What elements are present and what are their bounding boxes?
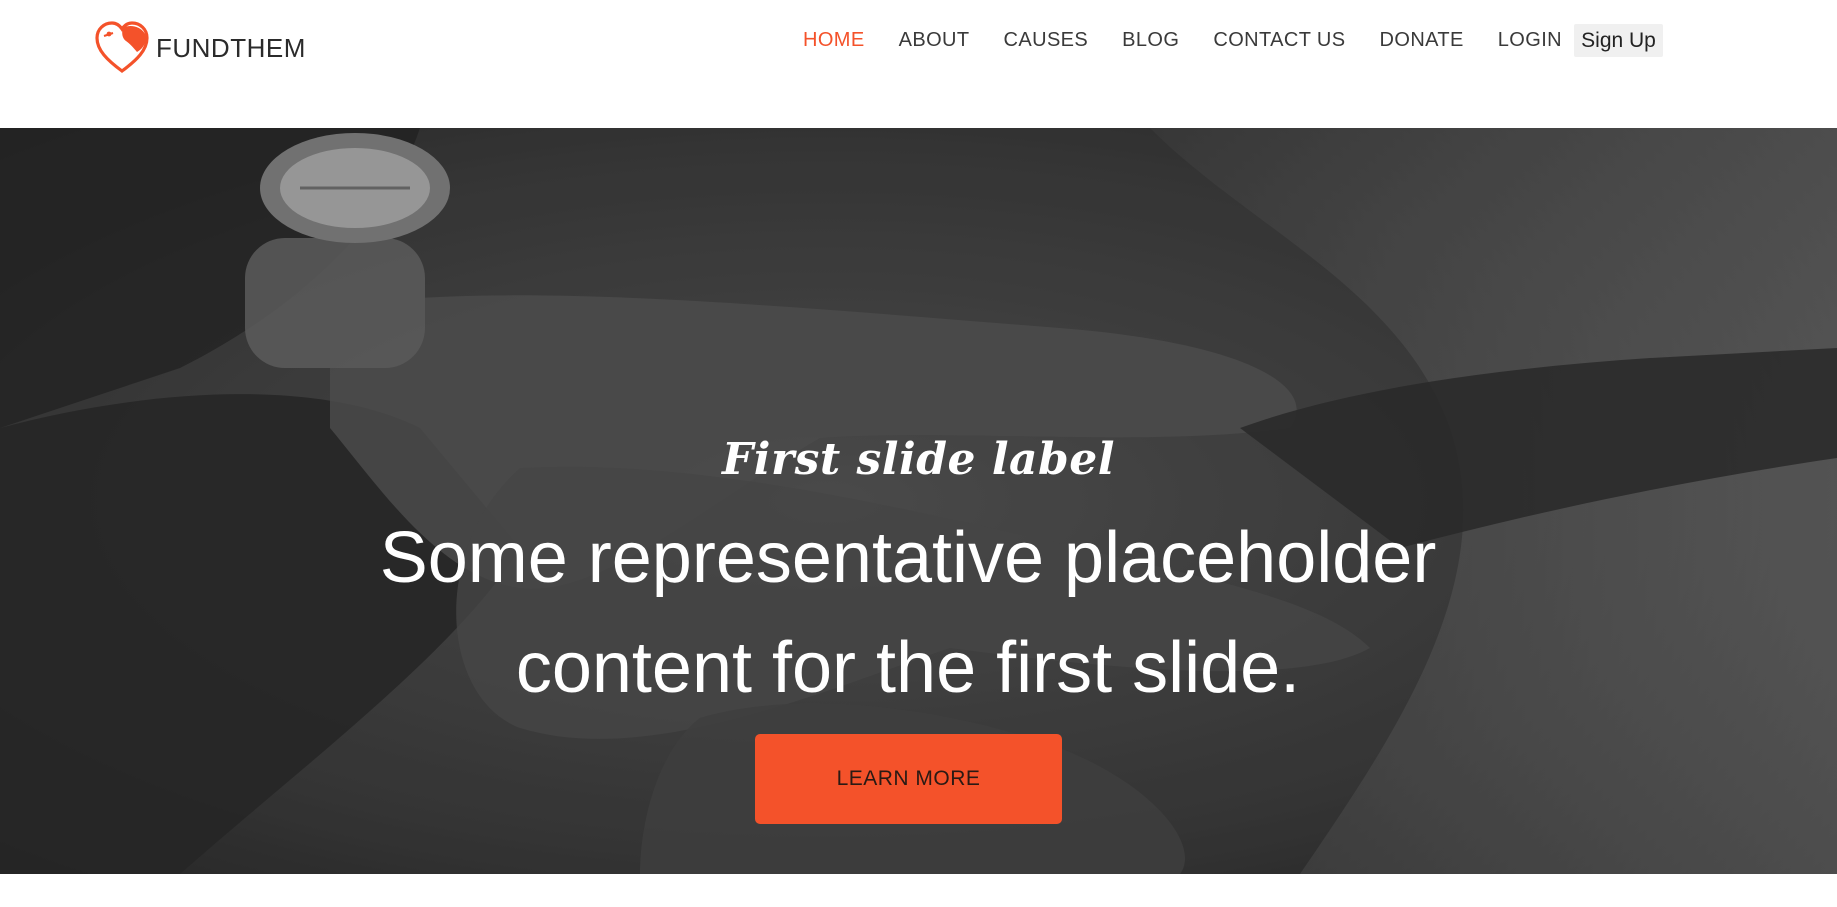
nav-home[interactable]: HOME <box>803 29 865 52</box>
brand-link[interactable]: FUNDTHEM <box>93 20 306 76</box>
carousel-caption: First slide label Some representative pl… <box>0 128 1837 874</box>
nav-about[interactable]: ABOUT <box>899 29 970 52</box>
heart-logo-icon <box>95 21 149 73</box>
learn-more-button[interactable]: LEARN MORE <box>755 734 1062 824</box>
slide-label: First slide label <box>721 434 1116 485</box>
main-nav: HOME ABOUT CAUSES BLOG CONTACT US DONATE… <box>803 24 1596 56</box>
nav-blog[interactable]: BLOG <box>1122 29 1179 52</box>
nav-login[interactable]: LOGIN <box>1498 29 1562 52</box>
brand-name: FUNDTHEM <box>156 32 306 63</box>
hero-carousel: First slide label Some representative pl… <box>0 128 1837 874</box>
navbar: FUNDTHEM HOME ABOUT CAUSES BLOG CONTACT … <box>0 0 1837 128</box>
nav-contact-us[interactable]: CONTACT US <box>1213 29 1345 52</box>
nav-donate[interactable]: DONATE <box>1380 29 1464 52</box>
nav-causes[interactable]: CAUSES <box>1004 29 1089 52</box>
signup-button[interactable]: Sign Up <box>1574 24 1663 57</box>
slide-text: Some representative placeholder content … <box>379 518 1437 708</box>
